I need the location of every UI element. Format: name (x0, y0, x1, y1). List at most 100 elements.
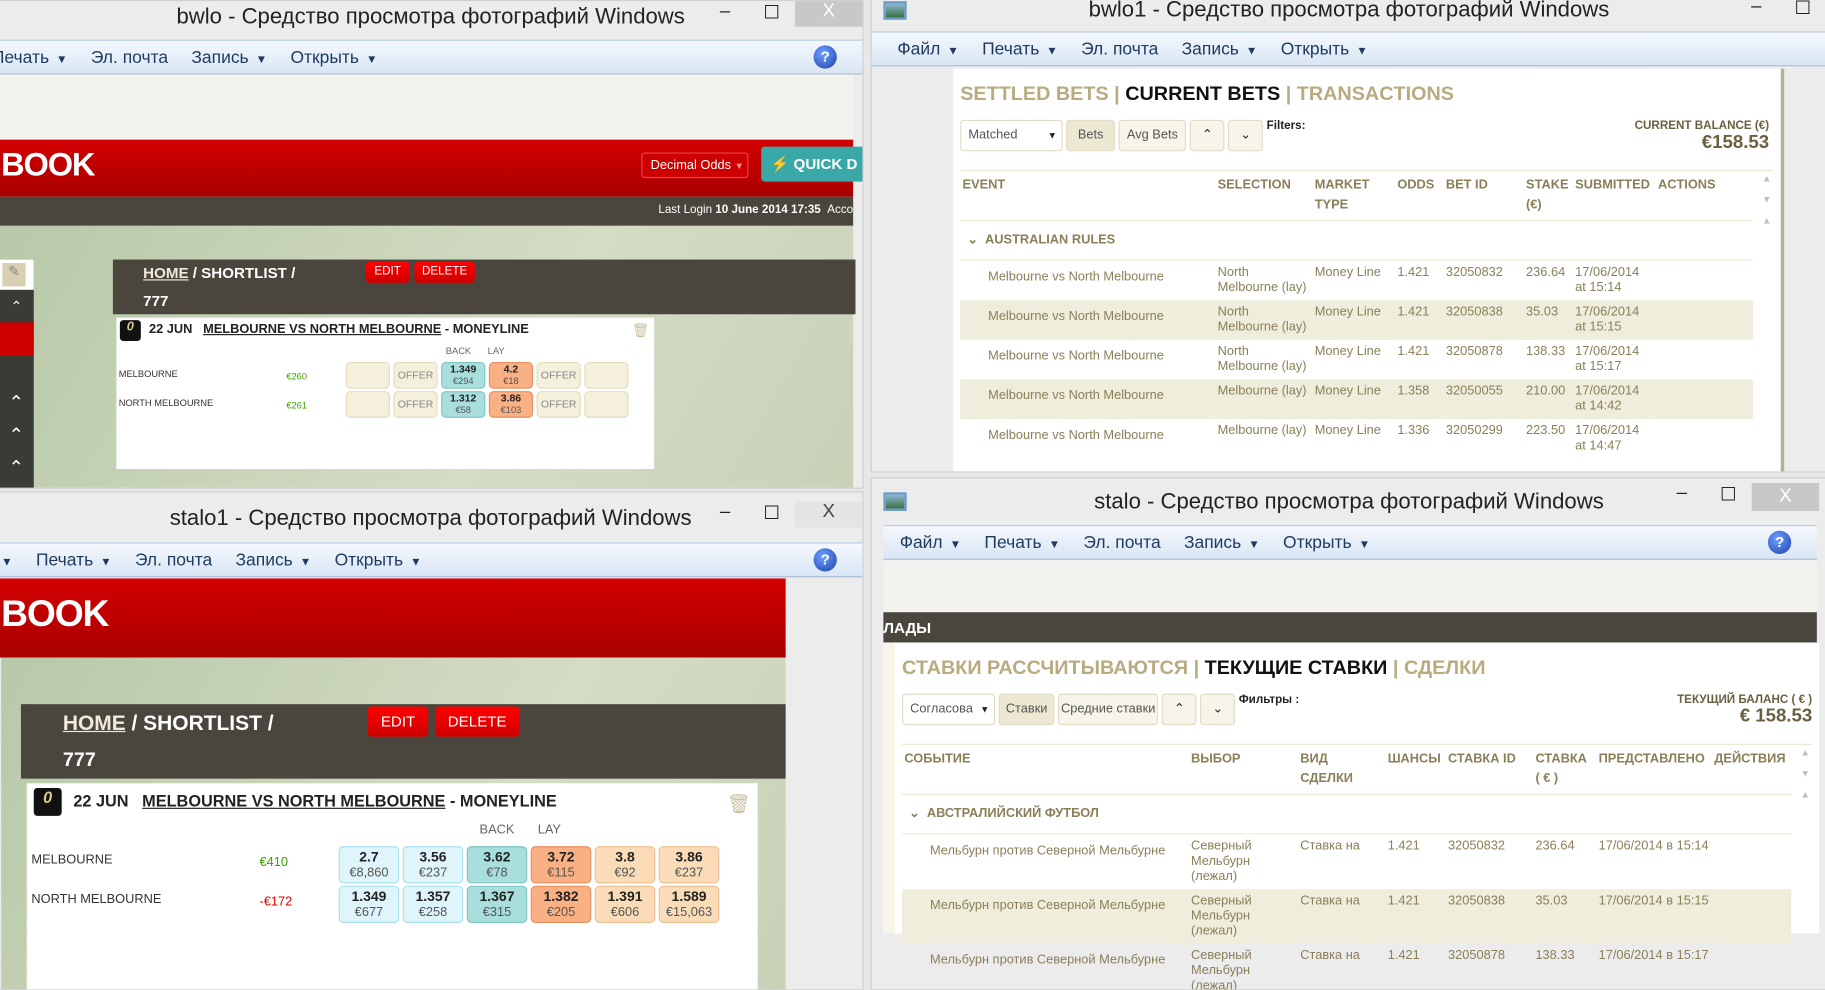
email-menu[interactable]: Эл. почта (1083, 532, 1160, 552)
bet-status-select[interactable]: Согласова ▼ (902, 693, 996, 726)
help-icon[interactable]: ? (813, 45, 837, 69)
group-header[interactable]: ⌄ АВСТРАЛИЙСКИЙ ФУТБОЛ (902, 793, 1792, 835)
column-header[interactable]: EVENT (960, 171, 1215, 220)
file-menu-arrow[interactable]: ▼ (0, 550, 13, 570)
edit-button[interactable]: EDIT (365, 261, 410, 283)
record-menu[interactable]: Запись ▼ (1182, 39, 1258, 59)
close-button[interactable]: X (794, 1, 863, 27)
odds-button[interactable]: 1.349 €677 (338, 885, 400, 923)
odds-format-select[interactable]: Decimal Odds ▼ (641, 152, 749, 179)
print-menu[interactable]: Печать▼ (982, 39, 1058, 59)
help-icon[interactable]: ? (1767, 530, 1792, 555)
print-menu[interactable]: Печать▼ (984, 532, 1060, 552)
odds-button[interactable]: 3.86 €103 (488, 391, 534, 418)
odds-button[interactable]: 1.382 €205 (530, 885, 592, 923)
tab-settled-bets[interactable]: СТАВКИ РАССЧИТЫВАЮТСЯ (902, 656, 1188, 678)
odds-button[interactable]: 1.367 €315 (466, 885, 528, 923)
bet-row[interactable]: Melbourne vs North Melbourne North Melbo… (960, 340, 1753, 380)
bets-button[interactable]: Ставки (998, 693, 1055, 726)
odds-button[interactable]: 3.86 €237 (658, 846, 720, 884)
odds-button[interactable]: 1.391 €606 (594, 885, 656, 923)
odds-button[interactable]: 1.589 €15,063 (658, 885, 720, 923)
empty-odds-cell[interactable] (345, 361, 390, 389)
minimize-button[interactable]: – (1733, 0, 1780, 22)
bet-status-select[interactable]: Matched ▼ (960, 119, 1063, 152)
help-icon[interactable]: ? (813, 548, 837, 572)
quick-button[interactable]: ⚡ QUICK D (761, 146, 863, 182)
odds-button[interactable]: 1.357 €258 (402, 885, 464, 923)
odds-button[interactable]: 4.2 €18 (488, 361, 534, 389)
trash-icon[interactable]: 🗑 (727, 793, 751, 816)
open-menu[interactable]: Открыть ▼ (335, 550, 422, 570)
open-menu[interactable]: Открыть ▼ (1283, 532, 1370, 552)
market-link[interactable]: MELBOURNE VS NORTH MELBOURNE (203, 322, 441, 336)
column-header[interactable]: MARKET TYPE (1312, 171, 1395, 220)
sort-down-icon[interactable]: ⌄ (1200, 693, 1236, 726)
minimize-button[interactable]: – (1659, 483, 1706, 509)
bet-row[interactable]: Melbourne vs North Melbourne North Melbo… (960, 260, 1753, 300)
offer-button[interactable]: OFFER (536, 361, 581, 389)
sort-down-icon[interactable]: ⌄ (1228, 119, 1264, 152)
column-header[interactable]: ПРЕДСТАВЛЕНО (1596, 745, 1712, 794)
email-menu[interactable]: Эл. почта (135, 550, 212, 570)
delete-button[interactable]: DELETE (414, 261, 475, 283)
column-header[interactable]: BET ID (1444, 171, 1524, 220)
tab-current-bets[interactable]: CURRENT BETS (1125, 83, 1280, 105)
close-button[interactable]: X (1751, 483, 1820, 511)
print-menu[interactable]: Печать▼ (0, 47, 68, 67)
bet-row[interactable]: Melbourne vs North Melbourne Melbourne (… (960, 419, 1753, 459)
breadcrumb-home[interactable]: HOME (143, 264, 188, 281)
record-menu[interactable]: Запись ▼ (235, 550, 311, 570)
column-header[interactable]: ACTIONS (1656, 171, 1753, 220)
chevron-up-icon[interactable]: ⌃ (0, 290, 34, 323)
maximize-button[interactable]: ☐ (1705, 483, 1752, 509)
bet-row[interactable]: Melbourne vs North Melbourne North Melbo… (960, 300, 1753, 340)
odds-button[interactable]: 1.312 €58 (441, 391, 486, 418)
bet-row[interactable]: Мельбурн против Северной Мельбурне Север… (902, 834, 1791, 889)
maximize-button[interactable]: ☐ (748, 1, 795, 27)
sort-up-icon[interactable]: ⌃ (1161, 693, 1197, 726)
maximize-button[interactable]: ☐ (1780, 0, 1825, 22)
column-header[interactable]: ВИД СДЕЛКИ (1298, 745, 1385, 794)
avg-bets-button[interactable]: Средние ставки (1058, 693, 1159, 726)
odds-button[interactable]: 2.7 €8,860 (338, 846, 400, 884)
odds-button[interactable]: 3.8 €92 (594, 846, 656, 884)
tab-transactions[interactable]: TRANSACTIONS (1297, 83, 1454, 105)
offer-button[interactable]: OFFER (393, 391, 438, 418)
market-link[interactable]: MELBOURNE VS NORTH MELBOURNE (142, 791, 445, 810)
minimize-button[interactable]: – (702, 502, 749, 528)
chevron-up-icon[interactable]: ⌃ (0, 388, 34, 421)
record-menu[interactable]: Запись ▼ (1184, 532, 1260, 552)
column-header[interactable]: ODDS (1395, 171, 1444, 220)
column-header[interactable]: SUBMITTED (1573, 171, 1656, 220)
avg-bets-button[interactable]: Avg Bets (1118, 119, 1187, 152)
column-header[interactable]: ВЫБОР (1189, 745, 1298, 794)
empty-odds-cell[interactable] (584, 361, 629, 389)
email-menu[interactable]: Эл. почта (91, 47, 168, 67)
empty-odds-cell[interactable] (345, 391, 390, 418)
breadcrumb-home[interactable]: HOME (63, 711, 126, 734)
offer-button[interactable]: OFFER (536, 391, 581, 418)
column-header[interactable]: STAKE (€) (1524, 171, 1573, 220)
minimize-button[interactable]: – (702, 1, 749, 27)
bet-row[interactable]: Мельбурн против Северной Мельбурне Север… (902, 944, 1791, 990)
column-header[interactable]: СТАВКА ID (1446, 745, 1533, 794)
pin-icon[interactable]: ✎ (0, 259, 34, 290)
odds-button[interactable]: 3.62 €78 (466, 846, 528, 884)
print-menu[interactable]: Печать▼ (36, 550, 112, 570)
bet-row[interactable]: Мельбурн против Северной Мельбурне Север… (902, 889, 1792, 944)
bet-row[interactable]: Melbourne vs North Melbourne Melbourne (… (960, 379, 1753, 420)
column-header[interactable]: SELECTION (1215, 171, 1312, 220)
tab-current-bets[interactable]: ТЕКУЩИЕ СТАВКИ (1205, 656, 1388, 678)
sort-up-icon[interactable]: ⌃ (1189, 119, 1225, 152)
empty-odds-cell[interactable] (584, 391, 629, 418)
tab-transactions[interactable]: СДЕЛКИ (1404, 656, 1486, 678)
record-menu[interactable]: Запись ▼ (191, 47, 267, 67)
column-header[interactable]: ШАНСЫ (1385, 745, 1445, 794)
group-header[interactable]: ⌄ AUSTRALIAN RULES (960, 219, 1753, 261)
odds-button[interactable]: 3.72 €115 (530, 846, 592, 884)
close-button[interactable]: X (794, 501, 863, 528)
column-header[interactable]: СТАВКА ( € ) (1533, 745, 1596, 794)
maximize-button[interactable]: ☐ (748, 502, 795, 528)
column-header[interactable]: ДЕЙСТВИЯ (1712, 745, 1791, 794)
